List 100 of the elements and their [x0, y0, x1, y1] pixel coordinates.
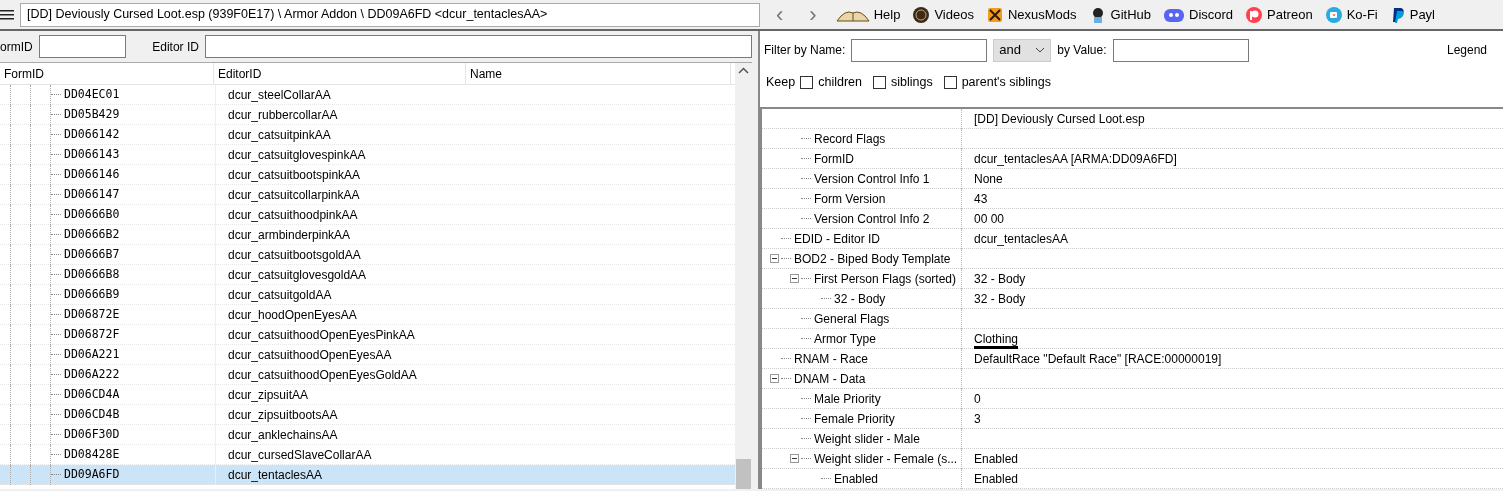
list-row[interactable]: DD0666B2 dcur_armbinderpinkAA [0, 225, 735, 245]
field-value: Clothing [974, 331, 1019, 349]
toolbar-link[interactable]: NexusMods [1007, 4, 1077, 25]
toolbar-link[interactable]: Patreon [1267, 4, 1313, 25]
checkbox[interactable] [943, 75, 957, 89]
field-value: dcur_tentaclesAA [974, 231, 1069, 246]
collapse-icon[interactable] [770, 254, 779, 263]
toolbar-link[interactable]: GitHub [1110, 4, 1152, 25]
file-header: [DD] Deviously Cursed Loot.esp [973, 110, 1145, 128]
field-value: DefaultRace "Default Race" [RACE:00000019] [974, 351, 1222, 366]
editor-id: dcur_catsuitpinkAA [227, 126, 332, 144]
list-row[interactable]: DD06872E dcur_hoodOpenEyesAA [0, 305, 735, 325]
legend-link[interactable]: Legend [1446, 41, 1487, 59]
editor-id: dcur_cursedSlaveCollarAA [227, 446, 373, 464]
toolbar-link[interactable]: Ko-Fi [1346, 4, 1378, 25]
field-value: Enabled [974, 471, 1019, 486]
back-button[interactable]: ‹ [766, 3, 794, 26]
list-row[interactable]: DD0666B0 dcur_catsuithoodpinkAA [0, 205, 735, 225]
list-row[interactable]: DD066146 dcur_catsuitbootspinkAA [0, 165, 735, 185]
checkbox-label: children [818, 73, 862, 91]
field-value: 32 - Body [974, 291, 1026, 306]
chevron-down-icon [1035, 47, 1046, 53]
field-name: RNAM - Race [794, 350, 868, 368]
path-field[interactable]: [DD] Deviously Cursed Loot.esp (939F0E17) \ Armor Addon \ DD09A6FD <dcur_tentaclesAA> [20, 2, 760, 27]
toolbar-link[interactable]: Payl [1409, 4, 1435, 25]
field-value: None [974, 171, 1003, 186]
toolbar-link[interactable]: Videos [934, 4, 974, 25]
checkbox[interactable] [873, 75, 886, 89]
list-row[interactable]: DD06872F dcur_catsuithoodOpenEyesPinkAA [0, 325, 735, 345]
editor-id: dcur_catsuitglovespinkAA [227, 146, 367, 164]
list-row[interactable]: DD0666B9 dcur_catsuitgoldAA [0, 285, 735, 305]
form-id: DD05B429 [64, 105, 120, 123]
form-id: DD04EC01 [64, 85, 120, 103]
form-id: DD06872F [64, 325, 120, 343]
formid-input[interactable] [38, 35, 127, 58]
editorid-input[interactable] [204, 35, 752, 58]
list-row[interactable]: DD066147 dcur_catsuitcollarpinkAA [0, 185, 735, 205]
keep-label: Keep [766, 73, 796, 91]
field-value: 0 [974, 391, 981, 406]
forward-button[interactable]: › [799, 3, 827, 26]
list-row[interactable]: DD066142 dcur_catsuitpinkAA [0, 125, 735, 145]
toolbar-link[interactable]: Help [873, 4, 901, 25]
form-id: DD0666B7 [64, 245, 120, 263]
list-row[interactable]: DD06A221 dcur_catsuithoodOpenEyesAA [0, 345, 735, 365]
field-name: First Person Flags (sorted) [814, 270, 957, 288]
form-id: DD066143 [64, 145, 120, 163]
field-label: Editor ID [152, 38, 199, 56]
field-value: 43 [974, 191, 988, 206]
list-row[interactable]: DD06CD4A dcur_zipsuitAA [0, 385, 735, 405]
editor-id: dcur_catsuithoodOpenEyesPinkAA [227, 326, 416, 344]
column-header[interactable]: Name [466, 63, 731, 85]
form-id: DD08428E [64, 445, 120, 463]
editor-id: dcur_tentaclesAA [227, 466, 324, 484]
editor-id: dcur_steelCollarAA [227, 86, 332, 104]
list-row[interactable]: DD0666B8 dcur_catsuitglovesgoldAA [0, 265, 735, 285]
list-row[interactable]: DD06F30D dcur_anklechainsAA [0, 425, 735, 445]
list-row[interactable]: DD066143 dcur_catsuitglovespinkAA [0, 145, 735, 165]
form-id: DD06CD4B [64, 405, 120, 423]
form-id: DD06A222 [64, 365, 120, 383]
editor-id: dcur_catsuitbootsgoldAA [227, 246, 362, 264]
field-name: BOD2 - Biped Body Template [794, 250, 951, 268]
list-row[interactable]: DD05B429 dcur_rubbercollarAA [0, 105, 735, 125]
list-row[interactable]: DD04EC01 dcur_steelCollarAA [0, 85, 735, 105]
list-row[interactable]: DD0666B7 dcur_catsuitbootsgoldAA [0, 245, 735, 265]
form-id: DD06F30D [64, 425, 120, 443]
field-value: 3 [974, 411, 981, 426]
column-header[interactable]: EditorID [214, 63, 466, 85]
field-name: Record Flags [814, 130, 886, 148]
form-id: DD09A6FD [64, 465, 120, 483]
collapse-icon[interactable] [790, 274, 799, 283]
field-name: Weight slider - Female (s... [814, 450, 958, 468]
collapse-icon[interactable] [790, 454, 799, 463]
scrollbar-thumb[interactable] [736, 459, 751, 489]
list-row[interactable]: DD06A222 dcur_catsuithoodOpenEyesGoldAA [0, 365, 735, 385]
editor-id: dcur_catsuitgoldAA [227, 286, 333, 304]
field-value: 00 00 [974, 211, 1005, 226]
field-value: Enabled [974, 451, 1019, 466]
toolbar-link[interactable]: Discord [1189, 4, 1234, 25]
field-name: General Flags [814, 310, 890, 328]
checkbox[interactable] [800, 75, 814, 89]
field-name: Version Control Info 1 [814, 170, 930, 188]
editor-id: dcur_zipsuitAA [227, 386, 310, 404]
editor-id: dcur_catsuitglovesgoldAA [227, 266, 368, 284]
column-header[interactable]: FormID [0, 63, 214, 85]
form-id: DD0666B0 [64, 205, 120, 223]
collapse-icon[interactable] [770, 374, 779, 383]
editor-id: dcur_armbinderpinkAA [227, 226, 352, 244]
checkbox-label: siblings [891, 73, 933, 91]
operator-dropdown[interactable]: and [993, 38, 1052, 62]
list-row[interactable]: DD09A6FD dcur_tentaclesAA [0, 465, 735, 485]
filter-label: by Value: [1057, 42, 1107, 59]
value-filter-input[interactable] [1112, 38, 1249, 62]
list-row[interactable]: DD06CD4B dcur_zipsuitbootsAA [0, 405, 735, 425]
field-name: FormID [814, 150, 854, 168]
name-filter-input[interactable] [851, 38, 988, 62]
form-id: DD066142 [64, 125, 120, 143]
editor-id: dcur_zipsuitbootsAA [227, 406, 339, 424]
editor-id: dcur_hoodOpenEyesAA [227, 306, 358, 324]
field-name: Version Control Info 2 [814, 210, 930, 228]
field-name: Enabled [834, 470, 879, 488]
